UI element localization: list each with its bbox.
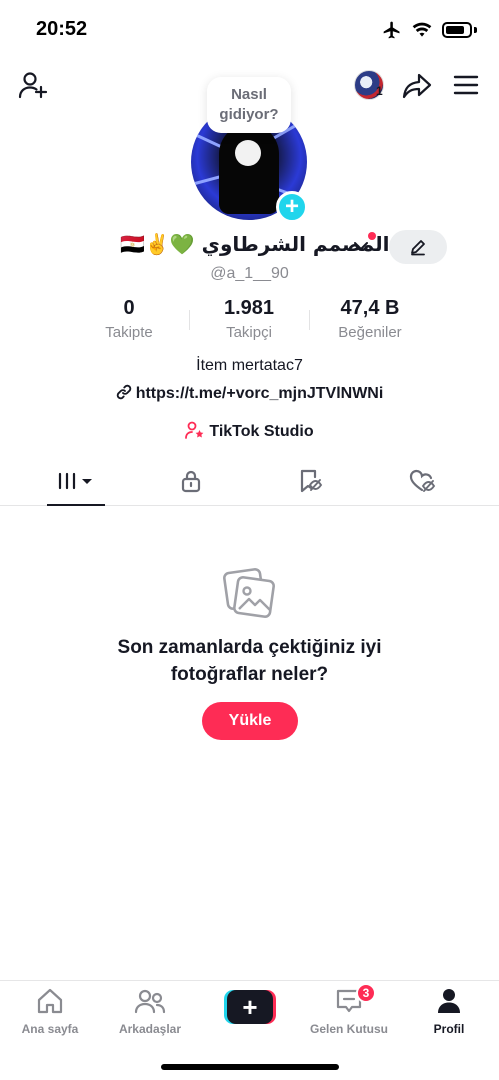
stat-followers-label: Takipçi <box>226 324 272 341</box>
status-time: 20:52 <box>36 18 88 40</box>
stat-followers-value: 1.981 <box>223 297 275 319</box>
menu-icon[interactable] <box>453 74 479 96</box>
nav-friends-label: Arkadaşlar <box>118 1022 182 1036</box>
nav-inbox[interactable]: Gelen Kutusu <box>299 987 399 1036</box>
grid-icon <box>58 472 92 490</box>
saved-icon <box>300 469 323 493</box>
edit-icon <box>411 240 425 256</box>
stat-following[interactable]: 0 Takipte <box>69 297 189 341</box>
tiktok-studio-label[interactable]: TikTok Studio <box>209 423 313 440</box>
nav-profile-label: Profil <box>433 1022 465 1036</box>
nav-inbox-label: Gelen Kutusu <box>309 1022 388 1036</box>
wifi-icon <box>412 22 432 37</box>
stat-following-label: Takipte <box>105 324 153 341</box>
home-indicator[interactable] <box>161 1064 339 1070</box>
liked-icon <box>409 469 436 492</box>
bio-text: İtem mertatac7 <box>196 357 303 374</box>
username: @a_1__90 <box>210 265 289 282</box>
status-icons <box>382 20 477 40</box>
photo-icon <box>223 568 275 618</box>
inbox-badge: 3 <box>356 983 376 1003</box>
stat-following-value: 0 <box>123 297 135 319</box>
share-icon[interactable] <box>402 72 432 100</box>
display-name[interactable]: 🇪🇬✌️💚 المصمم الشرطاوي <box>120 232 389 256</box>
add-friend-icon[interactable] <box>18 70 48 100</box>
stat-likes-label: Beğeniler <box>338 324 402 341</box>
account-count-badge: 1 <box>376 84 383 98</box>
tab-liked[interactable] <box>393 458 453 504</box>
studio-icon <box>185 421 204 439</box>
nav-friends[interactable]: Arkadaşlar <box>100 987 200 1036</box>
status-bubble[interactable]: Nasıl gidiyor? <box>207 77 291 133</box>
nav-home-label: Ana sayfa <box>21 1022 79 1036</box>
bio-link[interactable]: https://t.me/+vorc_mjnJTVlNWNi <box>0 384 499 403</box>
create-icon: + <box>227 990 273 1024</box>
airplane-icon <box>383 21 400 39</box>
nav-home[interactable]: Ana sayfa <box>0 987 100 1036</box>
tab-videos[interactable] <box>46 458 106 504</box>
lock-icon <box>181 470 201 493</box>
stat-likes[interactable]: 47,4 B Beğeniler <box>310 297 430 341</box>
upload-button[interactable]: Yükle <box>202 702 298 740</box>
create-button[interactable]: + <box>224 990 276 1024</box>
tiktok-studio-link[interactable]: TikTok Studio <box>0 421 499 441</box>
content-tabs <box>0 458 499 506</box>
nav-profile[interactable]: Profil <box>399 987 499 1036</box>
profile-icon <box>438 989 460 1013</box>
stat-followers[interactable]: 1.981 Takipçi <box>189 297 309 341</box>
battery-icon <box>442 22 472 38</box>
chevron-down-icon[interactable] <box>354 241 368 251</box>
active-tab-indicator <box>47 504 105 506</box>
tab-private[interactable] <box>161 458 221 504</box>
notification-dot <box>368 232 376 240</box>
friends-icon <box>134 989 166 1014</box>
stat-likes-value: 47,4 B <box>340 297 400 319</box>
link-icon <box>116 384 131 400</box>
tab-saved[interactable] <box>280 458 340 504</box>
home-icon <box>37 988 63 1014</box>
edit-profile-button[interactable] <box>389 230 447 264</box>
add-story-button[interactable]: + <box>276 191 308 223</box>
bio-link-text[interactable]: https://t.me/+vorc_mjnJTVlNWNi <box>136 385 384 402</box>
empty-state-title: Son zamanlarda çektiğiniz iyi fotoğrafla… <box>117 637 382 685</box>
